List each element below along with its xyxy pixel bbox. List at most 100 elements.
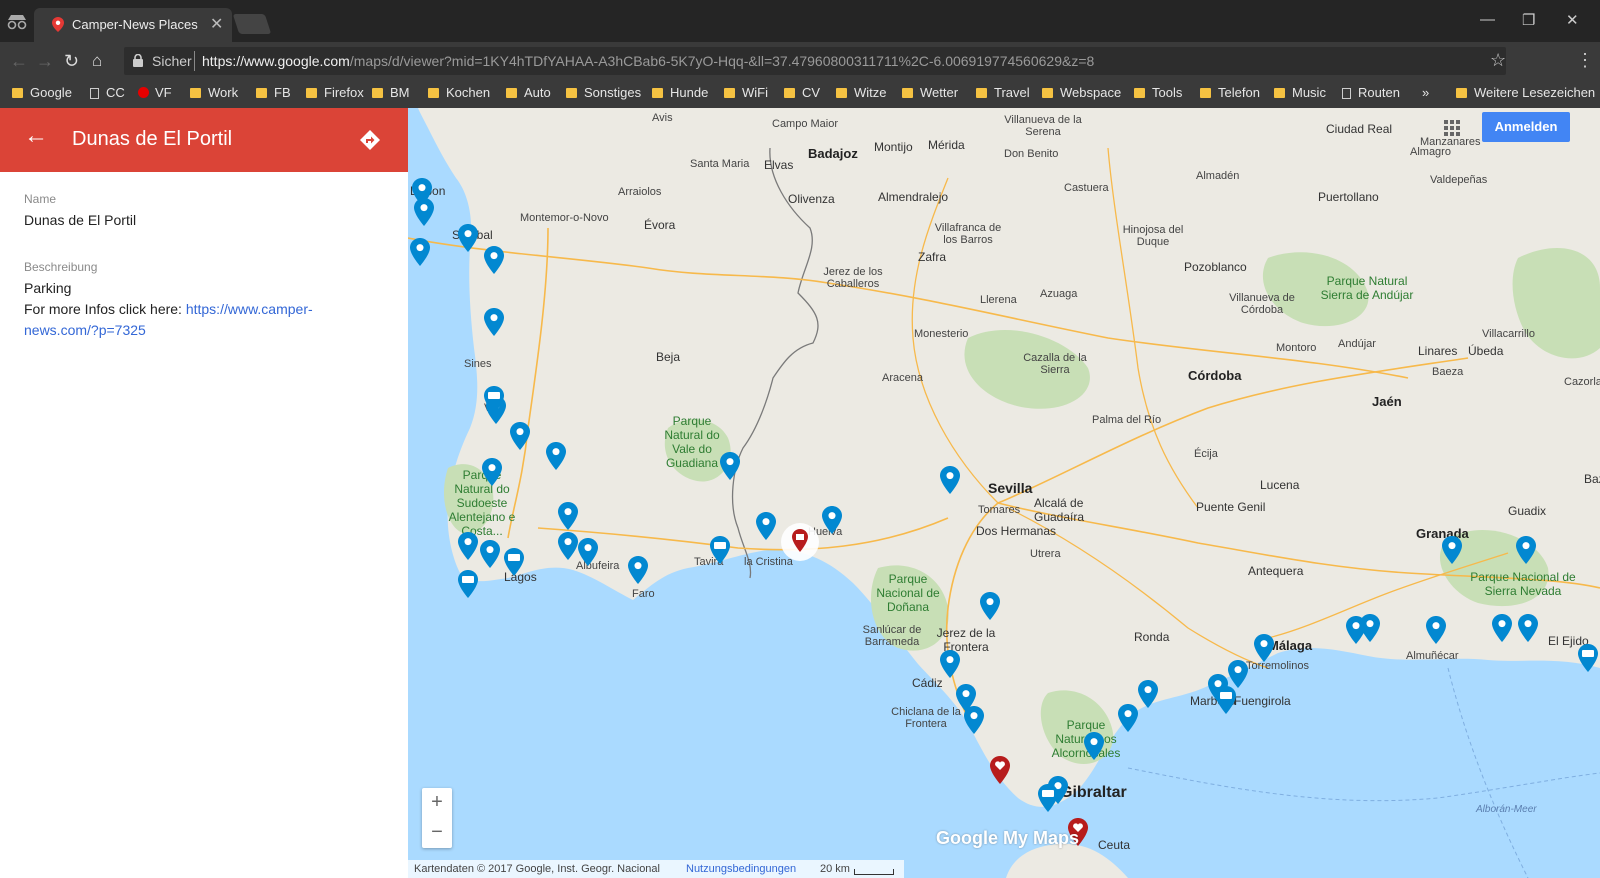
map-pin-icon[interactable] <box>1442 536 1462 564</box>
map-pin-icon[interactable] <box>1518 614 1538 642</box>
map-pin-icon[interactable] <box>1426 616 1446 644</box>
browser-tab[interactable]: Camper-News Places ✕ <box>34 8 232 42</box>
map-pin-icon[interactable] <box>458 224 478 252</box>
bookmark-wetter[interactable]: Wetter <box>902 85 958 100</box>
bookmark-tools[interactable]: Tools <box>1134 85 1182 100</box>
description-text: Parking For more Infos click here: https… <box>24 278 364 341</box>
zoom-out-button[interactable]: − <box>422 818 452 848</box>
bookmark-firefox[interactable]: Firefox <box>306 85 364 100</box>
zoom-in-button[interactable]: + <box>422 788 452 818</box>
bookmark-vf[interactable]: VF <box>138 85 172 100</box>
map-pin-icon[interactable] <box>414 198 434 226</box>
camper-marker-icon[interactable] <box>458 570 478 598</box>
map-pin-icon[interactable] <box>940 466 960 494</box>
map-pin-icon[interactable] <box>546 442 566 470</box>
bookmark-google[interactable]: Google <box>12 85 72 100</box>
terms-link[interactable]: Nutzungsbedingungen <box>686 863 796 875</box>
bookmark-work[interactable]: Work <box>190 85 238 100</box>
map-pin-icon[interactable] <box>510 422 530 450</box>
map-pin-icon[interactable] <box>480 540 500 568</box>
restore-icon[interactable]: ❐ <box>1522 11 1535 29</box>
map-pin-icon[interactable] <box>1254 634 1274 662</box>
map-pin-icon[interactable] <box>1492 614 1512 642</box>
forward-icon[interactable]: → <box>36 51 54 72</box>
map-pin-icon[interactable] <box>822 506 842 534</box>
bookmark-hunde[interactable]: Hunde <box>652 85 708 100</box>
map-view[interactable]: Lisbon Setúbal Sines Vila Lagos Albufeir… <box>408 108 1600 878</box>
tab-close-icon[interactable]: ✕ <box>210 14 223 34</box>
heart-marker-icon[interactable] <box>990 756 1010 784</box>
back-arrow-icon[interactable]: ← <box>24 122 48 150</box>
directions-icon[interactable] <box>360 130 380 150</box>
map-pin-icon[interactable] <box>720 452 740 480</box>
back-icon[interactable]: ← <box>10 51 28 72</box>
map-pin-icon[interactable] <box>458 532 478 560</box>
bookmark-music[interactable]: Music <box>1274 85 1326 100</box>
folder-icon <box>1200 88 1211 98</box>
bookmark-telefon[interactable]: Telefon <box>1200 85 1260 100</box>
url-text[interactable]: https://www.google.com/maps/d/viewer?mid… <box>202 53 1094 69</box>
selected-marker-icon[interactable] <box>780 522 820 562</box>
bookmark-wifi[interactable]: WiFi <box>724 85 768 100</box>
minimize-icon[interactable]: — <box>1480 11 1495 28</box>
map-pin-icon[interactable] <box>578 538 598 566</box>
bookmark-auto[interactable]: Auto <box>506 85 551 100</box>
map-pin-icon[interactable] <box>980 592 1000 620</box>
bookmark-star-icon[interactable]: ☆ <box>1490 50 1506 71</box>
map-pin-icon[interactable] <box>964 706 984 734</box>
map-pin-icon[interactable] <box>558 532 578 560</box>
camper-marker-icon[interactable] <box>504 548 524 576</box>
camper-marker-icon[interactable] <box>710 536 730 564</box>
map-pin-icon[interactable] <box>1084 732 1104 760</box>
map-pin-icon[interactable] <box>484 308 504 336</box>
map-pin-icon[interactable] <box>1516 536 1536 564</box>
map-pin-icon[interactable] <box>484 246 504 274</box>
place-label: Parque Nacional de Sierra Nevada <box>1470 570 1576 598</box>
map-pin-icon[interactable] <box>1118 704 1138 732</box>
sign-in-button[interactable]: Anmelden <box>1482 112 1570 142</box>
camper-marker-icon[interactable] <box>1216 686 1236 714</box>
apps-grid-icon[interactable] <box>1444 120 1460 136</box>
bookmark-webspace[interactable]: Webspace <box>1042 85 1121 100</box>
bookmark-travel[interactable]: Travel <box>976 85 1030 100</box>
bookmark-witze[interactable]: Witze <box>836 85 887 100</box>
place-label: Castuera <box>1064 182 1109 194</box>
bookmark-cv[interactable]: CV <box>784 85 820 100</box>
window-close-icon[interactable]: ✕ <box>1566 11 1579 29</box>
bookmarks-bar: Google CC VF Work FB Firefox BM Kochen A… <box>0 80 1600 109</box>
camper-marker-icon[interactable] <box>484 386 504 414</box>
map-pin-icon[interactable] <box>940 650 960 678</box>
place-label: Guadix <box>1508 504 1547 518</box>
menu-icon[interactable]: ⋮ <box>1576 50 1594 71</box>
map-pin-icon[interactable] <box>410 238 430 266</box>
bookmark-kochen[interactable]: Kochen <box>428 85 490 100</box>
map-pin-icon[interactable] <box>1138 680 1158 708</box>
place-label: Puente Genil <box>1196 500 1266 514</box>
new-tab-button[interactable] <box>232 14 272 34</box>
place-label: Andújar <box>1338 338 1376 350</box>
map-pin-icon[interactable] <box>1228 660 1248 688</box>
place-label: Montijo <box>874 140 913 154</box>
bookmark-other[interactable]: Weitere Lesezeichen <box>1456 85 1595 100</box>
address-bar[interactable]: Sicher https://www.google.com/maps/d/vie… <box>124 47 1506 75</box>
map-pin-icon[interactable] <box>482 458 502 486</box>
reload-icon[interactable]: ↻ <box>64 51 79 72</box>
bookmarks-overflow[interactable]: » <box>1422 85 1429 100</box>
bookmark-cc[interactable]: CC <box>90 85 125 100</box>
place-label: Montemor-o-Novo <box>520 212 609 224</box>
bookmark-bm[interactable]: BM <box>372 85 410 100</box>
map-pin-icon[interactable] <box>1360 614 1380 642</box>
bookmark-fb[interactable]: FB <box>256 85 291 100</box>
url-host: https://www.google.com <box>202 53 350 69</box>
bookmark-routen[interactable]: Routen <box>1342 85 1400 100</box>
place-label: Fuengirola <box>1234 694 1291 708</box>
home-icon[interactable]: ⌂ <box>92 51 102 71</box>
map-pin-icon[interactable] <box>628 556 648 584</box>
camper-marker-icon[interactable] <box>1038 784 1058 812</box>
map-pin-icon[interactable] <box>558 502 578 530</box>
camper-marker-icon[interactable] <box>1578 644 1598 672</box>
place-label: Almendralejo <box>878 190 949 204</box>
map-pin-icon[interactable] <box>756 512 776 540</box>
place-label: Cazorla <box>1564 376 1600 388</box>
bookmark-sonstiges[interactable]: Sonstiges <box>566 85 641 100</box>
